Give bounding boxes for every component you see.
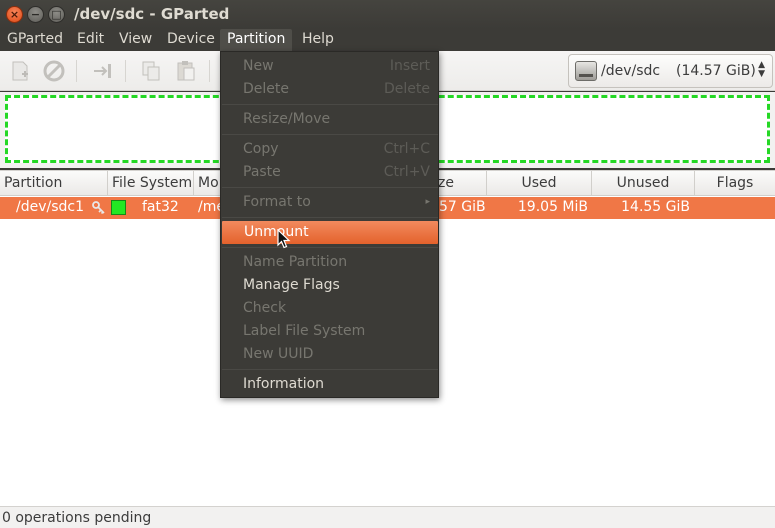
menu-item-accelerator: Ctrl+V [383, 164, 430, 180]
mouse-pointer-icon [277, 229, 291, 249]
menu-item-delete[interactable]: Delete Delete [221, 78, 438, 101]
menu-item-accelerator: Ctrl+C [383, 141, 430, 157]
menu-item-accelerator: Insert [389, 58, 430, 74]
menu-separator [222, 369, 438, 370]
menu-gparted[interactable]: GParted [0, 29, 70, 51]
cell-used: 19.05 MiB [517, 199, 588, 215]
paste-icon[interactable] [174, 59, 198, 83]
title-bar: × − □ /dev/sdc - GParted [0, 0, 775, 29]
menu-item-label: Copy [243, 141, 279, 157]
menu-item-resize-move[interactable]: Resize/Move [221, 108, 438, 131]
menu-item-label: New UUID [243, 346, 314, 362]
menu-separator [222, 187, 438, 188]
status-bar: 0 operations pending [0, 506, 775, 528]
resize-move-icon[interactable] [91, 59, 115, 83]
menu-item-information[interactable]: Information [221, 373, 438, 396]
toolbar-separator [209, 60, 210, 82]
minimize-window-button[interactable]: − [27, 6, 44, 23]
column-header-flags[interactable]: Flags [695, 171, 775, 196]
menu-item-label: Paste [243, 164, 281, 180]
menu-item-manage-flags[interactable]: Manage Flags [221, 274, 438, 297]
menu-item-format-to[interactable]: Format to ▸ [221, 191, 438, 214]
column-header-partition[interactable]: Partition [0, 171, 108, 196]
menu-item-label: Information [243, 376, 325, 392]
menu-separator [222, 104, 438, 105]
menu-item-copy[interactable]: Copy Ctrl+C [221, 138, 438, 161]
key-icon [92, 201, 105, 215]
menu-separator [222, 217, 438, 218]
maximize-window-button[interactable]: □ [48, 6, 65, 23]
window-title: /dev/sdc - GParted [74, 5, 230, 23]
menu-item-new-uuid[interactable]: New UUID [221, 343, 438, 366]
cell-size: 57 GiB [439, 199, 485, 215]
device-selector[interactable]: /dev/sdc (14.57 GiB) ▲ ▼ [568, 54, 773, 88]
cell-partition: /dev/sdc1 [16, 199, 85, 215]
menu-edit[interactable]: Edit [70, 29, 111, 51]
close-window-button[interactable]: × [6, 6, 23, 23]
menu-item-label: New [243, 58, 274, 74]
filesystem-color-swatch [111, 200, 126, 215]
new-partition-icon[interactable] [8, 59, 32, 83]
menu-item-label: Delete [243, 81, 289, 97]
delete-icon[interactable] [42, 59, 66, 83]
menu-partition[interactable]: Partition [220, 29, 293, 51]
menu-item-label: Format to [243, 194, 311, 210]
cell-filesystem: fat32 [142, 199, 179, 215]
menu-item-label: Name Partition [243, 254, 348, 270]
device-name: /dev/sdc [601, 63, 661, 79]
device-size: (14.57 GiB) [676, 63, 756, 79]
column-header-unused[interactable]: Unused [592, 171, 695, 196]
menu-item-name-partition[interactable]: Name Partition [221, 251, 438, 274]
menu-item-label: Manage Flags [243, 277, 340, 293]
menu-device[interactable]: Device [160, 29, 222, 51]
column-header-filesystem[interactable]: File System [108, 171, 194, 196]
menu-separator [222, 247, 438, 248]
menu-item-unmount[interactable]: Unmount [222, 221, 438, 244]
toolbar-separator [125, 60, 126, 82]
menu-item-label: Label File System [243, 323, 366, 339]
cell-mountpoint: /me [198, 199, 220, 215]
status-text: 0 operations pending [2, 510, 152, 526]
cell-flags [698, 197, 772, 219]
menu-item-new[interactable]: New Insert [221, 55, 438, 78]
menu-item-check[interactable]: Check [221, 297, 438, 320]
menu-item-label: Resize/Move [243, 111, 331, 127]
menu-item-label: Check [243, 300, 287, 316]
menu-bar: GParted Edit View Device Partition Help [0, 29, 775, 51]
partition-menu: New Insert Delete Delete Resize/Move Cop… [220, 51, 439, 398]
menu-view[interactable]: View [112, 29, 159, 51]
cell-unused: 14.55 GiB [621, 199, 690, 215]
submenu-arrow-icon: ▸ [425, 197, 430, 207]
menu-separator [222, 134, 438, 135]
menu-item-accelerator: Delete [384, 81, 430, 97]
updown-arrows-icon: ▲ ▼ [758, 60, 765, 79]
menu-item-paste[interactable]: Paste Ctrl+V [221, 161, 438, 184]
harddisk-icon [575, 61, 597, 81]
toolbar-separator [76, 60, 77, 82]
copy-icon[interactable] [139, 59, 163, 83]
menu-help[interactable]: Help [295, 29, 341, 51]
menu-item-label-file-system[interactable]: Label File System [221, 320, 438, 343]
column-header-used[interactable]: Used [487, 171, 592, 196]
